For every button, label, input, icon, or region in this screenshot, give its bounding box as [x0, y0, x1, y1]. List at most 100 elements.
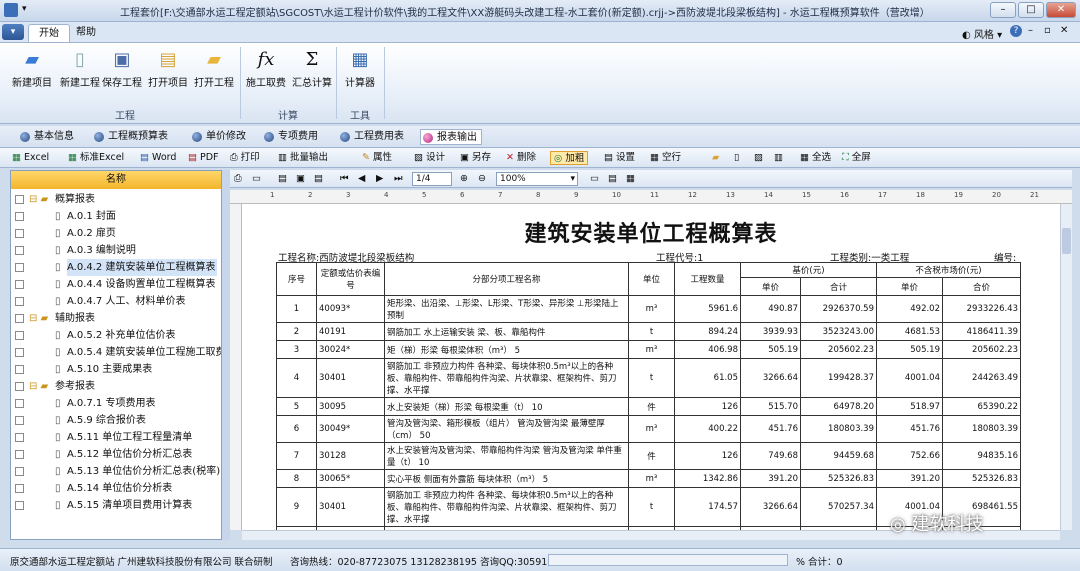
tree-item[interactable]: ▯ A.0.5.2 补充单位估价表	[11, 327, 221, 344]
maximize-button[interactable]: □	[1018, 2, 1044, 18]
next-page-icon[interactable]: ▶	[376, 172, 383, 186]
style-menu[interactable]: ◐ 风格 ▾	[962, 26, 1002, 41]
summary-calc-button[interactable]: Σ 汇总计算	[288, 49, 336, 89]
print-icon[interactable]: ⎙	[234, 172, 242, 186]
blank-row-button[interactable]: ▦ 空行	[650, 151, 681, 165]
tree-group[interactable]: ⊟ ▰ 参考报表	[11, 378, 221, 395]
nav-basic-info[interactable]: 基本信息	[18, 129, 74, 145]
print-button[interactable]: ⎙ 打印	[230, 151, 260, 165]
properties-button[interactable]: ✎ 属性	[362, 151, 392, 165]
last-page-icon[interactable]: ⏭	[394, 172, 403, 186]
tree-item[interactable]: ▯ A.0.5.4 建筑安装单位工程施工取费	[11, 344, 221, 361]
checkbox[interactable]	[15, 229, 24, 238]
close-button[interactable]: ✕	[1046, 2, 1076, 18]
checkbox[interactable]	[15, 467, 24, 476]
nav-report-output[interactable]: 报表输出	[420, 129, 482, 145]
checkbox[interactable]	[15, 297, 24, 306]
zoom-select[interactable]: 100% ▾	[496, 172, 578, 186]
tree-item[interactable]: ▯ A.0.4.2 建筑安装单位工程概算表	[11, 259, 221, 276]
minimize-button[interactable]: –	[990, 2, 1016, 18]
tree-item[interactable]: ▯ A.5.13 单位估价分析汇总表(税率)	[11, 463, 221, 480]
help-icon[interactable]: ?	[1010, 25, 1022, 37]
batch-output-button[interactable]: ▥ 批量输出	[278, 151, 328, 165]
tree-item[interactable]: ▯ A.5.10 主要成果表	[11, 361, 221, 378]
splitter[interactable]	[222, 170, 230, 540]
save-as-button[interactable]: ▣ 另存	[460, 151, 491, 165]
design-button[interactable]: ▧ 设计	[414, 151, 445, 165]
checkbox[interactable]	[15, 212, 24, 221]
tree-item[interactable]: ▯ A.5.12 单位估价分析汇总表	[11, 446, 221, 463]
tree-item[interactable]: ▯ A.0.1 封面	[11, 208, 221, 225]
book-icon[interactable]: ▭	[252, 172, 261, 186]
export-word-button[interactable]: ▤ Word	[140, 151, 176, 165]
mdi-close-icon[interactable]: ✕	[1060, 25, 1068, 36]
mdi-minimize-icon[interactable]: –	[1028, 25, 1033, 36]
open-project-button[interactable]: ▤ 打开项目	[144, 49, 192, 89]
checkbox[interactable]	[15, 246, 24, 255]
export-pdf-button[interactable]: ▤ PDF	[188, 151, 219, 165]
construction-fee-button[interactable]: fx 施工取费	[242, 49, 290, 89]
delete-button[interactable]: ✕ 删除	[506, 151, 536, 165]
checkbox[interactable]	[15, 365, 24, 374]
tree-item[interactable]: ▯ A.0.4.7 人工、材料单价表	[11, 293, 221, 310]
tree-item[interactable]: ▯ A.5.11 单位工程工程量清单	[11, 429, 221, 446]
checkbox[interactable]	[15, 263, 24, 272]
export-icon[interactable]: ▤	[278, 172, 287, 186]
checkbox[interactable]	[15, 433, 24, 442]
first-page-icon[interactable]: ⏮	[340, 172, 349, 186]
settings-button[interactable]: ▤ 设置	[604, 151, 635, 165]
tree-item[interactable]: ▯ A.5.15 清单项目费用计算表	[11, 497, 221, 514]
single-page-icon[interactable]: ▭	[590, 172, 599, 186]
tree-item[interactable]: ▯ A.5.14 单位估价分析表	[11, 480, 221, 497]
nav-unit-price[interactable]: 单价修改	[190, 129, 246, 145]
tab-start[interactable]: 开始	[28, 24, 70, 42]
export-std-excel-button[interactable]: ▦ 标准Excel	[68, 151, 124, 165]
bold-button[interactable]: ◎ 加粗	[550, 151, 589, 165]
checkbox[interactable]	[15, 331, 24, 340]
tree-item[interactable]: ▯ A.0.3 编制说明	[11, 242, 221, 259]
pdf-icon[interactable]: ▤	[314, 172, 323, 186]
checkbox[interactable]	[15, 314, 24, 323]
fullscreen-button[interactable]: ⛶ 全屏	[842, 151, 871, 165]
tree-group[interactable]: ⊟ ▰ 概算报表	[11, 191, 221, 208]
tree-group[interactable]: ⊟ ▰ 辅助报表	[11, 310, 221, 327]
tab-help[interactable]: 帮助	[66, 24, 106, 42]
quick-access-icon[interactable]: ▾	[22, 4, 27, 14]
new-project-file-button[interactable]: ▯ 新建工程	[56, 49, 104, 89]
prev-page-icon[interactable]: ◀	[358, 172, 365, 186]
checkbox[interactable]	[15, 450, 24, 459]
nav-estimate-table[interactable]: 工程概预算表	[92, 129, 168, 145]
export-excel-button[interactable]: ▦ Excel	[12, 151, 49, 165]
tree-item[interactable]: ▯ A.0.2 扉页	[11, 225, 221, 242]
open-folder-small-button[interactable]: ▰	[712, 151, 719, 165]
open-project-file-button[interactable]: ▰ 打开工程	[190, 49, 238, 89]
checkbox[interactable]	[15, 195, 24, 204]
mdi-restore-icon[interactable]: ▫	[1044, 25, 1051, 36]
save-project-button[interactable]: ▣ 保存工程	[98, 49, 146, 89]
vertical-scrollbar[interactable]	[1060, 204, 1072, 530]
save-icon[interactable]: ▣	[296, 172, 305, 186]
nav-special-fees[interactable]: 专项费用	[262, 129, 318, 145]
checkbox[interactable]	[15, 280, 24, 289]
tree-item[interactable]: ▯ A.0.4.4 设备购置单位工程概算表	[11, 276, 221, 293]
calculator-button[interactable]: ▦ 计算器	[336, 49, 384, 89]
new-doc-small-button[interactable]: ▯	[734, 151, 739, 165]
app-menu-button[interactable]: ▾	[2, 24, 24, 40]
checkbox[interactable]	[15, 416, 24, 425]
checkbox[interactable]	[15, 348, 24, 357]
new-project-button[interactable]: ▰ 新建项目	[8, 49, 56, 89]
checkbox[interactable]	[15, 399, 24, 408]
page-width-icon[interactable]: ▤	[608, 172, 617, 186]
zoom-in-icon[interactable]: ⊕	[460, 172, 468, 186]
tree-item[interactable]: ▯ A.0.7.1 专项费用表	[11, 395, 221, 412]
zoom-out-icon[interactable]: ⊖	[478, 172, 486, 186]
page-field[interactable]: 1/4	[412, 172, 452, 186]
chart-small-button[interactable]: ▥	[774, 151, 783, 165]
checkbox[interactable]	[15, 501, 24, 510]
multi-page-icon[interactable]: ▦	[626, 172, 635, 186]
select-all-button[interactable]: ▦ 全选	[800, 151, 831, 165]
tree-item[interactable]: ▯ A.5.9 综合报价表	[11, 412, 221, 429]
image-small-button[interactable]: ▨	[754, 151, 763, 165]
scroll-thumb[interactable]	[1062, 228, 1071, 254]
checkbox[interactable]	[15, 382, 24, 391]
